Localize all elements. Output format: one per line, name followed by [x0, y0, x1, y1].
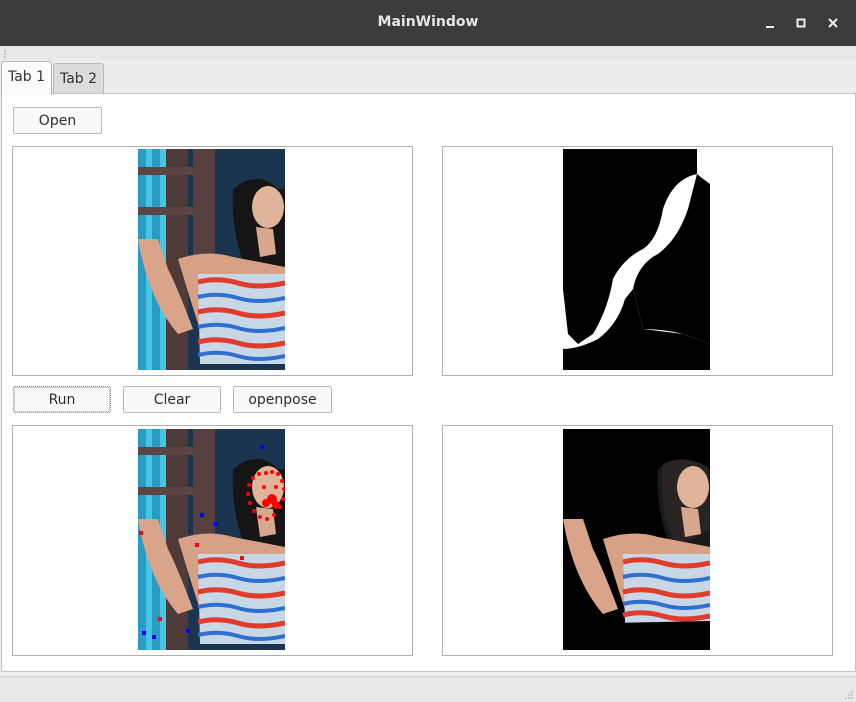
size-grip-icon[interactable]: [844, 690, 854, 700]
clear-button[interactable]: Clear: [123, 386, 221, 413]
segmentation-mask: [563, 149, 710, 370]
window-title: MainWindow: [377, 14, 479, 30]
run-button[interactable]: Run: [13, 386, 111, 413]
maximize-button[interactable]: [790, 12, 812, 34]
close-button[interactable]: [822, 12, 844, 34]
tab-bar: Tab 1 Tab 2: [0, 60, 856, 95]
close-icon: [828, 18, 838, 28]
mask-image-view: [442, 146, 833, 376]
minimize-button[interactable]: [759, 12, 781, 34]
maximize-icon: [796, 18, 806, 28]
tab-1[interactable]: Tab 1: [1, 61, 52, 95]
status-bar: [0, 676, 856, 702]
menu-bar-area: [0, 46, 856, 60]
toolbar-grip-icon[interactable]: [3, 50, 7, 58]
pose-image-view: [12, 425, 413, 656]
tab-2[interactable]: Tab 2: [53, 63, 104, 94]
input-image-view: [12, 146, 413, 376]
input-photo: [138, 149, 285, 370]
openpose-button[interactable]: openpose: [233, 386, 332, 413]
person-cutout: [563, 429, 710, 650]
minimize-icon: [766, 26, 774, 28]
cutout-image-view: [442, 425, 833, 656]
pose-overlay-photo: [138, 429, 285, 650]
title-bar: MainWindow: [0, 0, 856, 46]
open-button[interactable]: Open: [13, 107, 102, 134]
